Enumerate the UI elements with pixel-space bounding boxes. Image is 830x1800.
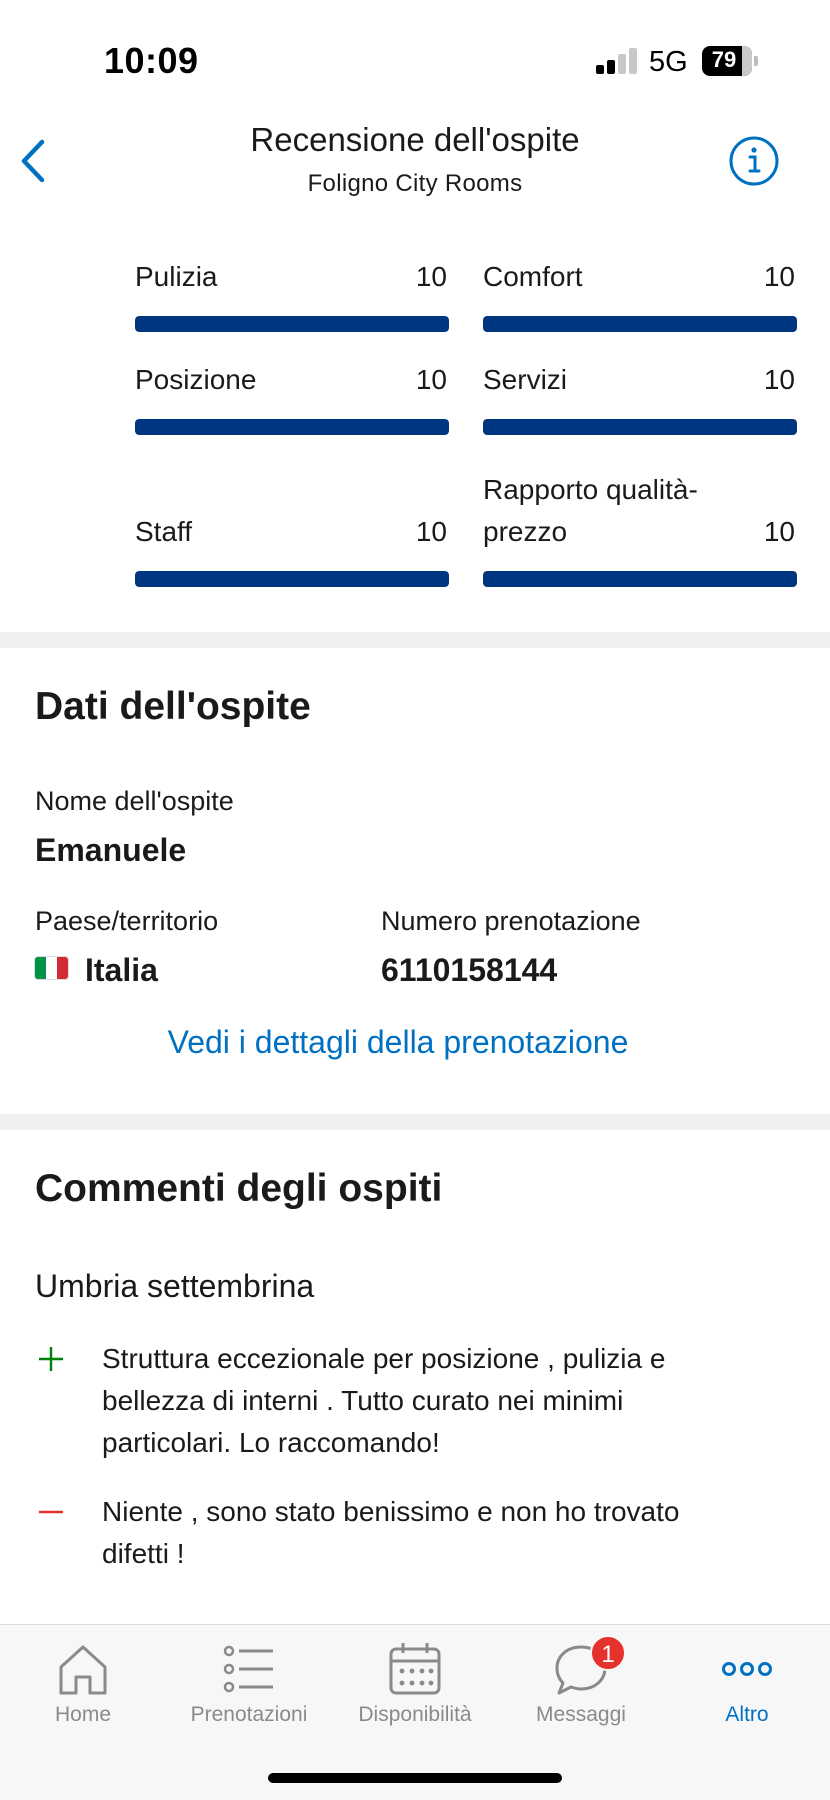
page-title: Recensione dell'ospite (250, 121, 580, 158)
list-icon (223, 1645, 273, 1693)
rating-score: 10 (763, 261, 795, 292)
tab-availability[interactable]: Disponibilità (332, 1625, 498, 1745)
rating-score: 10 (763, 516, 795, 547)
rating-bar (135, 419, 449, 435)
rating-label: Pulizia (135, 261, 218, 292)
negative-line2: difetti ! (102, 1538, 185, 1569)
rating-comfort: Comfort 10 (483, 255, 797, 332)
rating-bar (483, 419, 797, 435)
tab-label: Altro (725, 1703, 769, 1726)
back-button[interactable] (14, 136, 54, 186)
rating-cleanliness: Pulizia 10 (135, 255, 449, 332)
signal-icon (596, 48, 638, 74)
rating-label-line2: prezzo (483, 516, 568, 547)
status-bar: 10:09 5G 79 (0, 0, 830, 110)
tab-bookings[interactable]: Prenotazioni (166, 1625, 332, 1745)
property-name: Foligno City Rooms (307, 170, 523, 197)
guest-data-title: Dati dell'ospite (35, 685, 311, 728)
home-indicator (268, 1773, 562, 1783)
plus-icon (39, 1347, 63, 1371)
tab-more[interactable]: Altro (664, 1625, 830, 1745)
rating-staff: Staff 10 (135, 461, 449, 587)
rating-label: Posizione (135, 364, 257, 395)
country-value: Italia (85, 952, 158, 988)
positive-comment: Struttura eccezionale per posizione , pu… (102, 1338, 782, 1464)
positive-line3: particolari. Lo raccomando! (102, 1427, 440, 1458)
messages-badge: 1 (590, 1635, 626, 1671)
rating-label: Comfort (483, 261, 583, 292)
review-headline: Umbria settembrina (35, 1268, 315, 1304)
negative-line1: Niente , sono stato benissimo e non ho t… (102, 1496, 680, 1527)
minus-icon (39, 1510, 63, 1514)
rating-bar (135, 571, 449, 587)
rating-value-for-money: Rapporto qualità- prezzo 10 (483, 461, 797, 587)
negative-comment: Niente , sono stato benissimo e non ho t… (102, 1491, 782, 1575)
battery-icon: 79 (702, 46, 758, 76)
info-icon (729, 136, 779, 186)
rating-label: Rapporto qualità- prezzo (483, 469, 698, 553)
comments-title: Commenti degli ospiti (35, 1167, 443, 1210)
guest-name-label: Nome dell'ospite (35, 786, 234, 816)
guest-name-value: Emanuele (35, 832, 187, 868)
tab-messages[interactable]: 1 Messaggi (498, 1625, 664, 1745)
calendar-icon (389, 1643, 441, 1695)
rating-facilities: Servizi 10 (483, 358, 797, 435)
tab-label: Home (54, 1703, 112, 1726)
info-button[interactable] (728, 135, 780, 187)
more-dots-icon (722, 1662, 772, 1676)
rating-score: 10 (763, 364, 795, 395)
rating-label-line1: Rapporto qualità- (483, 474, 698, 505)
rating-score: 10 (415, 516, 447, 547)
country-label: Paese/territorio (35, 906, 219, 936)
rating-bar (135, 316, 449, 332)
status-time: 10:09 (104, 40, 199, 81)
tab-home[interactable]: Home (0, 1625, 166, 1745)
home-icon (59, 1645, 107, 1695)
booking-number-value: 6110158144 (381, 952, 558, 988)
tab-label: Prenotazioni (190, 1703, 308, 1726)
positive-line1: Struttura eccezionale per posizione , pu… (102, 1343, 666, 1374)
positive-line2: bellezza di interni . Tutto curato nei m… (102, 1385, 624, 1416)
rating-label: Servizi (483, 364, 568, 395)
rating-bar (483, 316, 797, 332)
battery-percent: 79 (711, 47, 737, 72)
rating-label: Staff (135, 516, 193, 547)
tab-label: Messaggi (536, 1703, 626, 1726)
italy-flag-icon (35, 957, 68, 979)
section-divider (0, 632, 830, 648)
booking-details-link[interactable]: Vedi i dettagli della prenotazione (0, 1024, 796, 1061)
booking-number-label: Numero prenotazione (381, 906, 641, 936)
section-divider (0, 1114, 830, 1130)
chevron-left-icon (21, 139, 45, 183)
network-label: 5G (649, 46, 688, 78)
rating-score: 10 (415, 364, 447, 395)
tab-label: Disponibilità (358, 1703, 472, 1726)
rating-location: Posizione 10 (135, 358, 449, 435)
rating-score: 10 (415, 261, 447, 292)
rating-bar (483, 571, 797, 587)
